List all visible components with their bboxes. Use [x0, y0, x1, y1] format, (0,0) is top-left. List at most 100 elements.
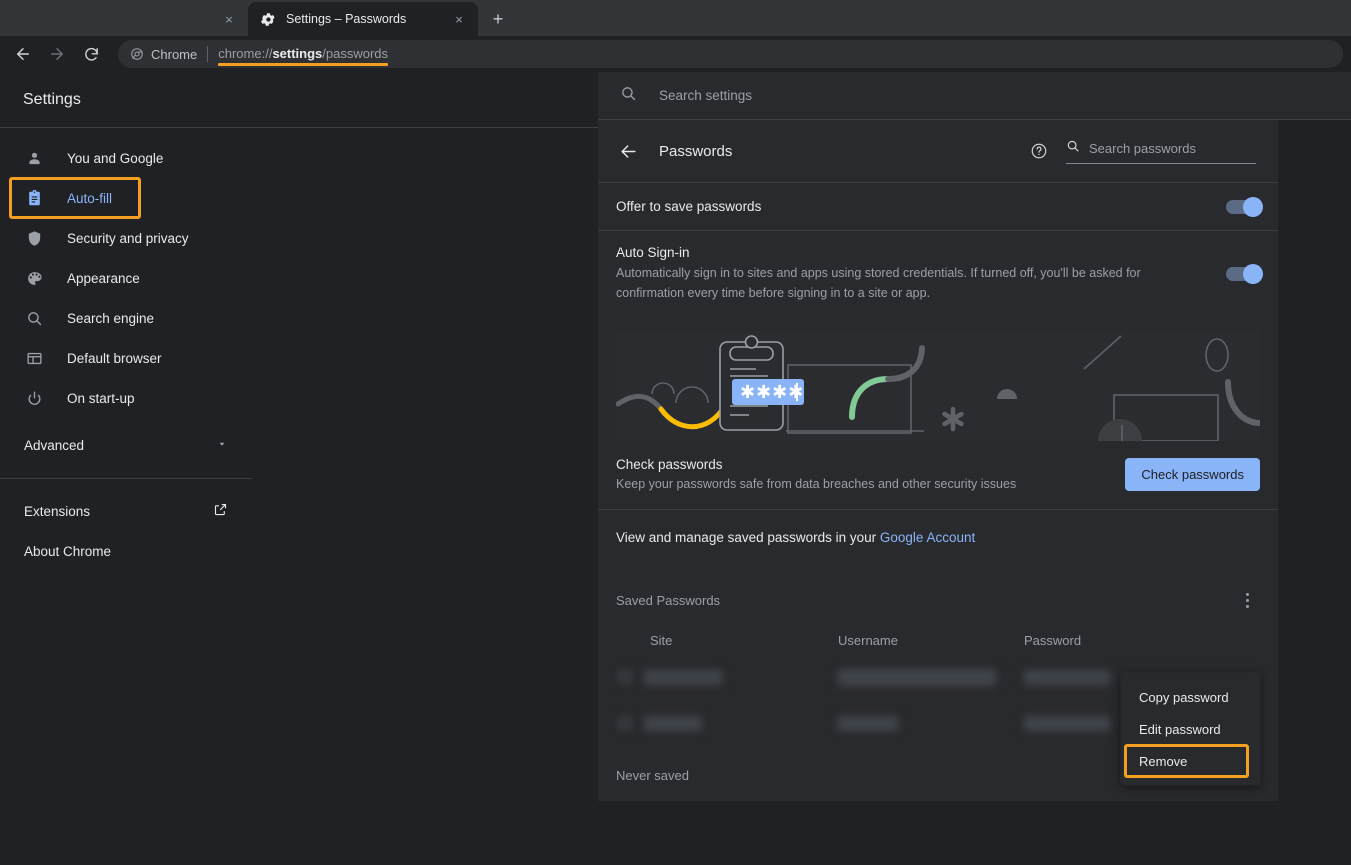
- offer-to-save-text: Offer to save passwords: [616, 185, 1226, 228]
- settings-main: Passwords Offer to save passwords: [598, 72, 1351, 865]
- power-icon: [24, 388, 44, 408]
- sidebar-item-label: Search engine: [67, 310, 155, 326]
- password-check-illustration: ✱✱✱✱: [616, 331, 1260, 441]
- back-arrow-icon[interactable]: [616, 139, 640, 163]
- column-header-site: Site: [650, 633, 673, 648]
- back-button[interactable]: [8, 39, 38, 69]
- new-tab-button[interactable]: +: [484, 5, 512, 33]
- sidebar-item-label: Auto-fill: [67, 190, 113, 206]
- tab-settings-passwords[interactable]: Settings – Passwords ×: [248, 2, 478, 36]
- check-passwords-row: Check passwords Keep your passwords safe…: [598, 441, 1278, 509]
- search-passwords-field[interactable]: [1066, 139, 1256, 164]
- advanced-label: Advanced: [24, 437, 85, 453]
- chrome-chip-label: Chrome: [151, 46, 198, 62]
- saved-passwords-title: Saved Passwords: [616, 592, 721, 608]
- search-icon: [620, 85, 637, 107]
- auto-signin-description: Automatically sign in to sites and apps …: [616, 266, 1141, 300]
- reload-button[interactable]: [76, 39, 106, 69]
- chrome-chip: Chrome: [130, 47, 207, 62]
- external-link-icon: [213, 502, 228, 520]
- site-value-redacted: [644, 715, 702, 731]
- sidebar-item-default-browser[interactable]: Default browser: [0, 338, 252, 378]
- offer-to-save-label: Offer to save passwords: [616, 199, 762, 214]
- person-icon: [24, 148, 44, 168]
- extensions-label: Extensions: [24, 503, 91, 519]
- more-options-icon[interactable]: [1234, 587, 1260, 613]
- check-passwords-subtitle: Keep your passwords safe from data breac…: [616, 477, 1017, 491]
- saved-passwords-table-header: Site Username Password: [598, 619, 1278, 654]
- sidebar-item-security-and-privacy[interactable]: Security and privacy: [0, 218, 252, 258]
- site-favicon: [616, 714, 634, 732]
- url-highlight-underline: [218, 63, 389, 66]
- sidebar-item-label: Default browser: [67, 350, 162, 366]
- auto-signin-label: Auto Sign-in: [616, 245, 690, 260]
- password-value-redacted: [1024, 669, 1110, 685]
- about-chrome-label: About Chrome: [24, 543, 112, 559]
- search-settings-bar[interactable]: [598, 72, 1351, 120]
- tab-close-icon[interactable]: ×: [450, 10, 468, 28]
- browser-window-icon: [24, 348, 44, 368]
- clipboard-icon: [24, 188, 44, 208]
- auto-signin-row: Auto Sign-in Automatically sign in to si…: [598, 230, 1278, 317]
- sidebar-item-extensions[interactable]: Extensions: [0, 491, 252, 531]
- search-passwords-input[interactable]: [1089, 140, 1256, 156]
- column-header-username: Username: [838, 633, 898, 648]
- saved-passwords-header: Saved Passwords: [598, 565, 1278, 619]
- column-header-password: Password: [1024, 633, 1082, 648]
- offer-to-save-toggle[interactable]: [1226, 196, 1263, 217]
- cell-username: [838, 668, 1024, 686]
- check-passwords-button[interactable]: Check passwords: [1125, 457, 1260, 491]
- username-value-redacted: [838, 715, 898, 731]
- menu-item-copy-password[interactable]: Copy password: [1121, 681, 1260, 713]
- tab-background[interactable]: ×: [0, 2, 248, 36]
- passwords-title: Passwords: [659, 142, 733, 160]
- search-settings-input[interactable]: [659, 88, 1059, 103]
- sidebar-item-label: On start-up: [67, 390, 135, 406]
- page-title: Settings: [0, 72, 598, 128]
- check-passwords-text: Check passwords Keep your passwords safe…: [616, 457, 1125, 491]
- shield-icon: [24, 228, 44, 248]
- auto-signin-toggle[interactable]: [1226, 264, 1263, 284]
- sidebar-item-label: Appearance: [67, 270, 140, 286]
- address-bar[interactable]: Chrome chrome://settings/passwords: [118, 40, 1343, 68]
- password-value-redacted: [1024, 715, 1110, 731]
- username-value-redacted: [838, 668, 996, 686]
- sidebar-item-about-chrome[interactable]: About Chrome: [0, 531, 252, 571]
- cell-site: [616, 714, 838, 732]
- url-prefix: chrome://: [218, 46, 273, 61]
- sidebar-item-appearance[interactable]: Appearance: [0, 258, 252, 298]
- cell-username: [838, 715, 1024, 731]
- sidebar-divider: [0, 478, 252, 479]
- check-passwords-title: Check passwords: [616, 457, 723, 472]
- site-value-redacted: [644, 669, 722, 685]
- gear-icon: [260, 11, 276, 27]
- sidebar-item-search-engine[interactable]: Search engine: [0, 298, 252, 338]
- tab-title: Settings – Passwords: [286, 12, 407, 26]
- google-account-link[interactable]: Google Account: [880, 530, 975, 545]
- sidebar-item-label: You and Google: [67, 150, 164, 166]
- menu-item-edit-password[interactable]: Edit password: [1121, 713, 1260, 745]
- site-favicon: [616, 668, 634, 686]
- omnibox-url: chrome://settings/passwords: [218, 46, 389, 66]
- sidebar-item-advanced[interactable]: Advanced: [0, 424, 252, 466]
- passwords-subheader: Passwords: [598, 120, 1278, 182]
- manage-passwords-prefix: View and manage saved passwords in your: [616, 530, 880, 545]
- browser-window: × Settings – Passwords × + Chrome chrome…: [0, 0, 1351, 865]
- search-icon: [24, 308, 44, 328]
- sidebar-nav: You and Google Auto-fill Security and pr…: [0, 128, 252, 571]
- sidebar-item-label: Security and privacy: [67, 230, 189, 246]
- sidebar-item-auto-fill[interactable]: Auto-fill: [9, 177, 141, 219]
- cell-site: [616, 668, 838, 686]
- search-icon: [1066, 139, 1080, 158]
- forward-button[interactable]: [42, 39, 72, 69]
- sidebar-item-on-start-up[interactable]: On start-up: [0, 378, 252, 418]
- tab-close-icon[interactable]: ×: [220, 10, 238, 28]
- palette-icon: [24, 268, 44, 288]
- settings-sidebar: Settings You and Google Auto-fill Securi…: [0, 72, 598, 865]
- settings-page: Settings You and Google Auto-fill Securi…: [0, 72, 1351, 865]
- sidebar-item-you-and-google[interactable]: You and Google: [0, 138, 252, 178]
- menu-item-remove[interactable]: Remove: [1124, 744, 1249, 778]
- banner-password-text: ✱✱✱✱: [740, 382, 804, 402]
- manage-passwords-row: View and manage saved passwords in your …: [598, 509, 1278, 565]
- help-icon[interactable]: [1030, 142, 1048, 160]
